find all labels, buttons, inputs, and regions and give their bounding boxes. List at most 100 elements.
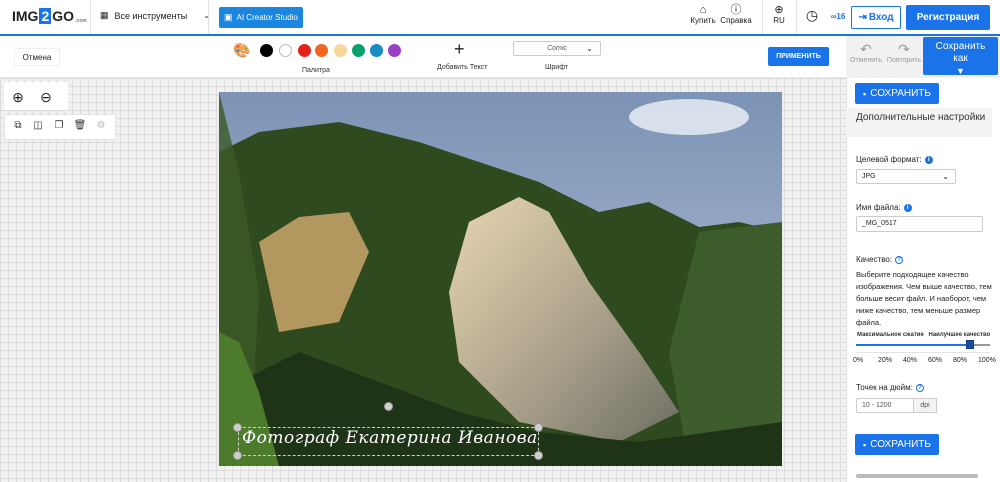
scrollbar[interactable] bbox=[856, 474, 978, 478]
format-select[interactable]: JPG ⌄ bbox=[856, 169, 956, 184]
section-title: Дополнительные настройки bbox=[846, 108, 992, 137]
image-icon: ▣ bbox=[224, 12, 233, 22]
register-button[interactable]: Регистрация bbox=[906, 5, 990, 30]
format-label-text: Целевой формат: bbox=[856, 155, 922, 164]
tag-icon: ⌂ bbox=[699, 4, 707, 16]
ai-creator-studio-label: AI Creator Studio bbox=[236, 13, 298, 22]
language-label: RU bbox=[773, 16, 785, 25]
divider bbox=[762, 0, 763, 34]
resize-handle[interactable] bbox=[534, 451, 543, 460]
slider-tick-label: 80% bbox=[953, 357, 968, 364]
trash-icon[interactable]: 🗑 bbox=[72, 118, 88, 134]
grid-icon: ▦ bbox=[100, 10, 109, 20]
quality-label-text: Качество: bbox=[856, 255, 893, 264]
filename-input[interactable]: _MG_0517 bbox=[856, 216, 983, 232]
slider-left-label: Максимальное сжатие bbox=[857, 332, 924, 338]
floppy-icon: ▪ bbox=[863, 439, 867, 450]
resize-handle[interactable] bbox=[534, 423, 543, 432]
rotate-handle[interactable] bbox=[384, 402, 393, 411]
dpi-input[interactable]: 10 - 1200 bbox=[856, 398, 914, 413]
divider bbox=[90, 0, 91, 34]
quality-description: Выберите подходящее качество изображения… bbox=[856, 270, 992, 327]
logo[interactable]: IMG 2 GO .com bbox=[12, 8, 87, 24]
font-label: Шрифт bbox=[545, 64, 569, 71]
undo-icon: ↶ bbox=[860, 41, 872, 57]
quality-slider-thumb[interactable] bbox=[966, 340, 974, 349]
copy-icon[interactable]: ⧉ bbox=[10, 118, 26, 134]
floppy-icon: ▪ bbox=[863, 88, 867, 99]
color-swatch[interactable] bbox=[388, 44, 401, 57]
history-count[interactable]: ∞16 bbox=[827, 12, 849, 22]
info-icon[interactable]: i bbox=[924, 155, 933, 164]
save-label: СОХРАНИТЬ bbox=[870, 439, 931, 450]
color-swatch[interactable] bbox=[334, 44, 347, 57]
color-swatch[interactable] bbox=[260, 44, 273, 57]
divider bbox=[856, 352, 990, 353]
resize-handle[interactable] bbox=[233, 451, 242, 460]
save-as-button[interactable]: Сохранить как ▼ bbox=[923, 37, 998, 76]
zoom-in-icon[interactable]: ⊕ bbox=[7, 86, 29, 108]
help-icon[interactable]: ? bbox=[915, 383, 924, 392]
filename-label: Имя файла: i bbox=[856, 203, 912, 212]
gear-icon[interactable]: ⚙ bbox=[93, 118, 109, 134]
cancel-button[interactable]: Отмена bbox=[14, 48, 60, 66]
color-swatch[interactable] bbox=[315, 44, 328, 57]
redo-button[interactable]: ↷ Повторить bbox=[886, 42, 922, 65]
slider-labels: Максимальное сжатие Наилучшее качество bbox=[857, 332, 997, 338]
slider-tick-label: 60% bbox=[928, 357, 943, 364]
color-swatch[interactable] bbox=[352, 44, 365, 57]
globe-icon: ⊕ bbox=[774, 4, 784, 16]
photo[interactable] bbox=[219, 92, 782, 466]
history-count-value: 16 bbox=[836, 12, 846, 21]
buy-button[interactable]: ⌂ Купить bbox=[690, 5, 716, 26]
zoom-out-icon[interactable]: ⊖ bbox=[35, 86, 57, 108]
apply-button[interactable]: ПРИМЕНИТЬ bbox=[768, 47, 829, 66]
quality-slider-track[interactable] bbox=[856, 344, 970, 346]
palette-label: Палитра bbox=[302, 67, 330, 74]
save-button-bottom[interactable]: ▪ СОХРАНИТЬ bbox=[855, 434, 939, 455]
ai-creator-studio-button[interactable]: ▣ AI Creator Studio bbox=[219, 7, 303, 28]
slider-tick-label: 0% bbox=[853, 357, 864, 364]
color-swatch[interactable] bbox=[370, 44, 383, 57]
filename-label-text: Имя файла: bbox=[856, 203, 901, 212]
slider-tick-label: 40% bbox=[903, 357, 918, 364]
format-value: JPG bbox=[862, 173, 876, 180]
logo-left: IMG bbox=[12, 8, 39, 24]
slider-tick-label: 20% bbox=[878, 357, 893, 364]
help-button[interactable]: ⓘ Справка bbox=[719, 5, 753, 26]
login-label: Вход bbox=[868, 12, 894, 23]
font-select[interactable]: Comic ⌄ bbox=[513, 41, 601, 56]
chevron-down-icon: ⌄ bbox=[586, 44, 593, 53]
redo-icon: ↷ bbox=[898, 41, 910, 57]
help-icon[interactable]: ? bbox=[895, 255, 904, 264]
dpi-label: Точек на дюйм:? bbox=[856, 383, 924, 392]
all-tools-menu[interactable]: ▦ Все инструменты ⌄ bbox=[100, 10, 210, 21]
palette-icon[interactable]: 🎨 bbox=[233, 42, 250, 59]
info-icon[interactable]: i bbox=[903, 203, 912, 212]
language-button[interactable]: ⊕ RU bbox=[770, 5, 788, 26]
undo-label: Отменить bbox=[850, 57, 882, 64]
caption-text[interactable]: Фотограф Екатерина Иванова bbox=[242, 428, 538, 448]
resize-handle[interactable] bbox=[233, 423, 242, 432]
save-as-label: Сохранить как bbox=[935, 41, 986, 64]
logo-right: GO bbox=[52, 8, 75, 24]
layer-icon[interactable]: ❐ bbox=[51, 118, 67, 134]
flip-icon[interactable]: ◫ bbox=[30, 118, 46, 134]
chevron-down-icon: ▼ bbox=[956, 66, 965, 76]
color-swatch[interactable] bbox=[279, 44, 292, 57]
undo-button[interactable]: ↶ Отменить bbox=[849, 42, 883, 65]
add-text-button[interactable]: Добавить Текст bbox=[437, 64, 488, 71]
login-button[interactable]: ⇥ Вход bbox=[851, 6, 901, 29]
save-button-top[interactable]: ▪ СОХРАНИТЬ bbox=[855, 83, 939, 104]
history-icon[interactable]: ◷ bbox=[803, 8, 821, 22]
quality-label: Качество:? bbox=[856, 255, 904, 264]
help-label: Справка bbox=[720, 16, 752, 25]
add-text-icon[interactable]: + bbox=[454, 40, 465, 58]
color-swatch[interactable] bbox=[298, 44, 311, 57]
divider bbox=[796, 0, 797, 34]
chevron-down-icon: ⌄ bbox=[942, 172, 949, 181]
landscape-image bbox=[219, 92, 782, 466]
logo-mid: 2 bbox=[39, 8, 52, 24]
buy-label: Купить bbox=[690, 16, 716, 25]
format-label: Целевой формат: i bbox=[856, 155, 933, 164]
